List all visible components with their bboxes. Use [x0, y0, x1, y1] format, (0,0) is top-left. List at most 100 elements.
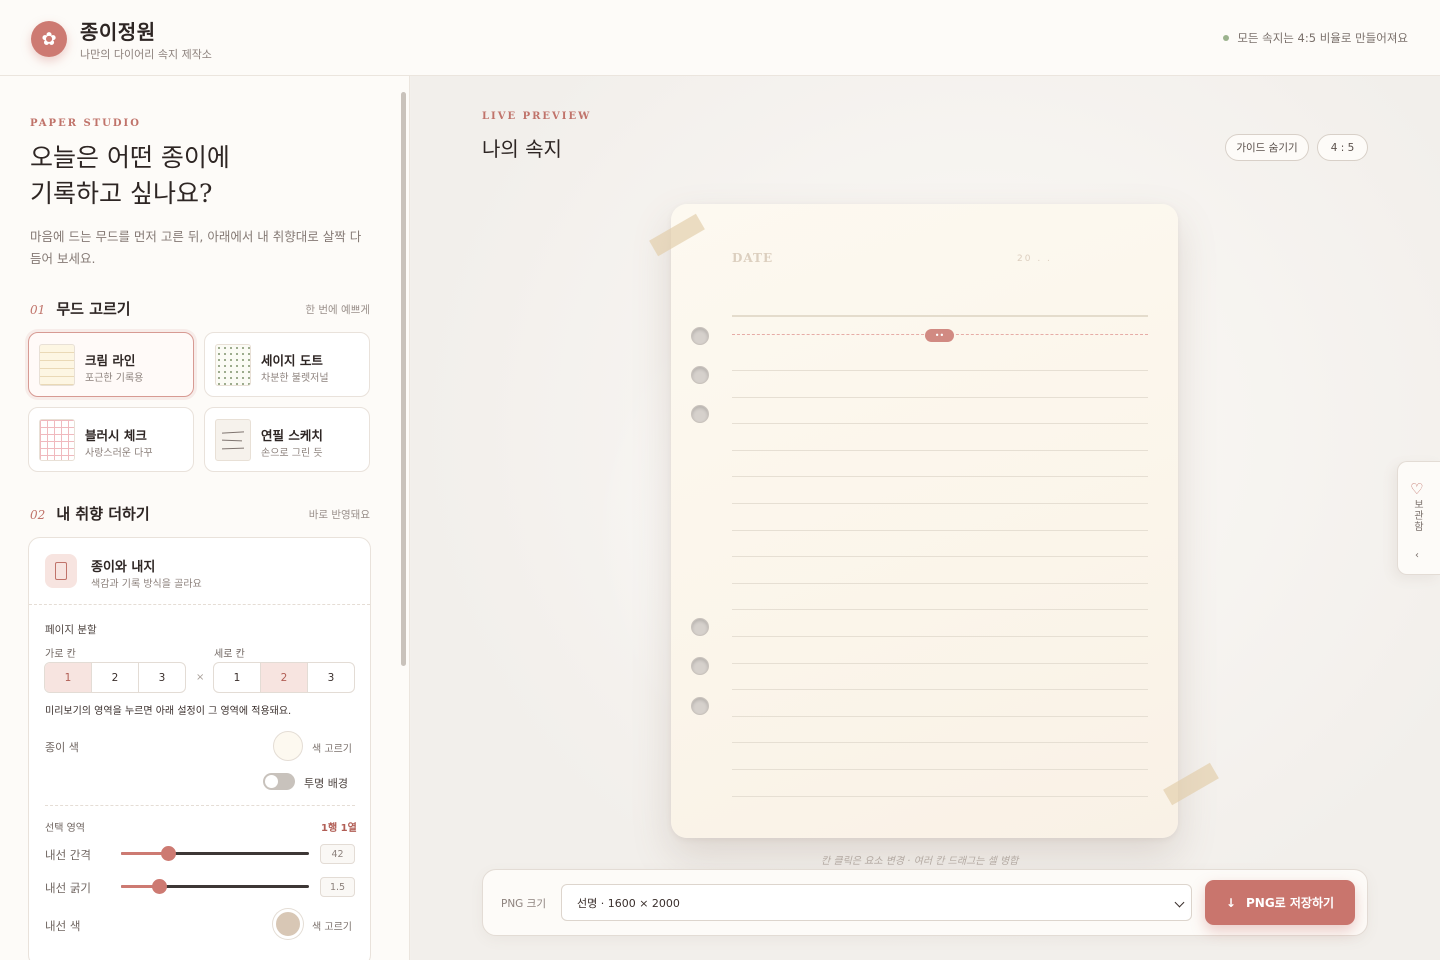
panel-divider	[45, 805, 355, 806]
mood-name: 연필 스케치	[261, 428, 323, 443]
cols-label: 가로 칸	[45, 649, 76, 660]
binder-hole	[691, 697, 709, 715]
archive-side-tab[interactable]: ♡ 보관함 ‹	[1397, 461, 1440, 575]
preview-eyebrow: LIVE PREVIEW	[482, 111, 592, 122]
line-width-input[interactable]: 1.5	[320, 877, 355, 897]
status-dot-icon	[1223, 35, 1230, 41]
chevron-left-icon: ‹	[1415, 550, 1419, 561]
ruled-line	[732, 796, 1148, 797]
rows-segmented-control: 1 2 3	[213, 662, 355, 693]
sidebar-scrollbar[interactable]	[399, 86, 407, 960]
mood-name: 블러시 체크	[85, 428, 147, 443]
section-title: 무드 고르기	[56, 300, 131, 318]
ruled-line	[732, 689, 1148, 690]
line-width-label: 내선 굵기	[45, 881, 91, 895]
ruled-line	[732, 609, 1148, 610]
mood-name: 크림 라인	[85, 353, 136, 368]
cols-option-2[interactable]: 2	[92, 663, 139, 692]
rows-option-2[interactable]: 2	[261, 663, 308, 692]
png-size-select[interactable]: 선명 · 1600 × 2000	[561, 884, 1192, 921]
mood-desc: 사랑스러운 다꾸	[85, 448, 153, 459]
section-title: 내 취향 더하기	[56, 505, 150, 523]
heart-icon: ♡	[1410, 480, 1424, 498]
binder-hole	[691, 405, 709, 423]
paper-year-label: 20 . .	[1017, 254, 1052, 264]
cream-line-swatch	[39, 344, 75, 386]
panel-header[interactable]: 종이와 내지 색감과 기록 방식을 골라요	[29, 538, 370, 605]
flower-logo-icon[interactable]: ✿	[31, 21, 67, 57]
panel-title: 종이와 내지	[91, 560, 156, 575]
section-mood-header: 01 무드 고르기 한 번에 예쁘게	[30, 298, 370, 318]
transparent-label: 투명 배경	[304, 777, 348, 790]
line-color-swatch[interactable]	[273, 909, 303, 939]
mood-card-pencil-sketch[interactable]: 연필 스케치 손으로 그린 듯	[204, 407, 370, 472]
sage-dot-swatch	[215, 344, 251, 386]
line-width-slider[interactable]	[121, 879, 309, 894]
times-sign: ×	[196, 672, 205, 683]
ratio-button[interactable]: 4 : 5	[1317, 134, 1368, 161]
app-header: ✿ 종이정원 나만의 다이어리 속지 제작소 모든 속지는 4:5 비율로 만들…	[0, 0, 1440, 76]
binder-hole	[691, 366, 709, 384]
scrollbar-thumb[interactable]	[401, 92, 406, 666]
line-color-pick-link[interactable]: 색 고르기	[312, 918, 352, 933]
hero-subtitle: 마음에 드는 무드를 먼저 고른 뒤, 아래에서 내 취향대로 살짝 다듬어 보…	[30, 229, 362, 266]
slider-knob[interactable]	[161, 846, 176, 861]
cols-option-1[interactable]: 1	[45, 663, 92, 692]
rows-option-3[interactable]: 3	[308, 663, 354, 692]
preview-title: 나의 속지	[482, 137, 562, 161]
section-number: 01	[30, 303, 46, 317]
ruled-line	[732, 476, 1148, 477]
pencil-sketch-swatch	[215, 419, 251, 461]
line-gap-input[interactable]: 42	[320, 844, 355, 864]
app-title: 종이정원	[80, 20, 156, 44]
ruled-line	[732, 423, 1148, 424]
ruled-line	[732, 503, 1148, 504]
section-hint: 한 번에 예쁘게	[305, 304, 370, 316]
header-rule	[732, 315, 1148, 317]
ratio-notice-text: 모든 속지는 4:5 비율로 만들어져요	[1237, 31, 1408, 45]
ruled-line	[732, 556, 1148, 557]
save-png-label: PNG로 저장하기	[1245, 896, 1335, 910]
hero-title-line2: 기록하고 싶나요?	[30, 179, 213, 208]
line-gap-slider[interactable]	[121, 846, 309, 861]
ruled-line	[732, 716, 1148, 717]
png-size-selected: 선명 · 1600 × 2000	[577, 896, 680, 910]
selected-area-label: 선택 영역	[45, 823, 85, 834]
section-hint: 바로 반영돼요	[308, 509, 370, 521]
ratio-notice: 모든 속지는 4:5 비율로 만들어져요	[1223, 30, 1408, 46]
area-help-text: 미리보기의 영역을 누르면 아래 설정이 그 영역에 적용돼요.	[45, 706, 292, 717]
rows-label: 세로 칸	[214, 649, 245, 660]
line-color-label: 내선 색	[45, 919, 81, 933]
slider-knob[interactable]	[151, 879, 167, 894]
section-custom-header: 02 내 취향 더하기 바로 반영돼요	[30, 503, 370, 523]
blush-check-swatch	[39, 419, 75, 461]
mood-card-cream-line[interactable]: 크림 라인 포근한 기록용	[28, 332, 194, 397]
mood-card-sage-dot[interactable]: 세이지 도트 차분한 불렛저널	[204, 332, 370, 397]
cols-segmented-control: 1 2 3	[44, 662, 186, 693]
binder-hole	[691, 327, 709, 345]
paper-color-pick-link[interactable]: 색 고르기	[312, 740, 352, 755]
hero-title: 오늘은 어떤 종이에 기록하고 싶나요?	[30, 140, 370, 212]
rows-option-1[interactable]: 1	[214, 663, 261, 692]
paper-date-label: DATE	[732, 251, 774, 265]
cols-option-3[interactable]: 3	[139, 663, 185, 692]
binder-hole	[691, 657, 709, 675]
ruled-line	[732, 397, 1148, 398]
guide-toggle-button[interactable]: 가이드 숨기기	[1225, 134, 1309, 161]
ruled-line	[732, 769, 1148, 770]
paper-color-label: 종이 색	[45, 741, 79, 754]
studio-eyebrow: PAPER STUDIO	[30, 118, 141, 129]
save-png-button[interactable]: ↓ PNG로 저장하기	[1205, 880, 1355, 925]
hero-title-line1: 오늘은 어떤 종이에	[30, 143, 230, 172]
mood-desc: 포근한 기록용	[85, 373, 144, 384]
ruled-line	[732, 663, 1148, 664]
ruled-line	[732, 583, 1148, 584]
transparent-toggle[interactable]	[263, 773, 295, 790]
paper-color-swatch[interactable]	[273, 731, 303, 761]
archive-label: 보관함	[1414, 500, 1424, 533]
mood-card-blush-check[interactable]: 블러시 체크 사랑스러운 다꾸	[28, 407, 194, 472]
mood-desc: 차분한 불렛저널	[261, 373, 329, 384]
selection-handle[interactable]: ••	[925, 329, 954, 342]
line-gap-label: 내선 간격	[45, 848, 91, 862]
ruled-line	[732, 636, 1148, 637]
